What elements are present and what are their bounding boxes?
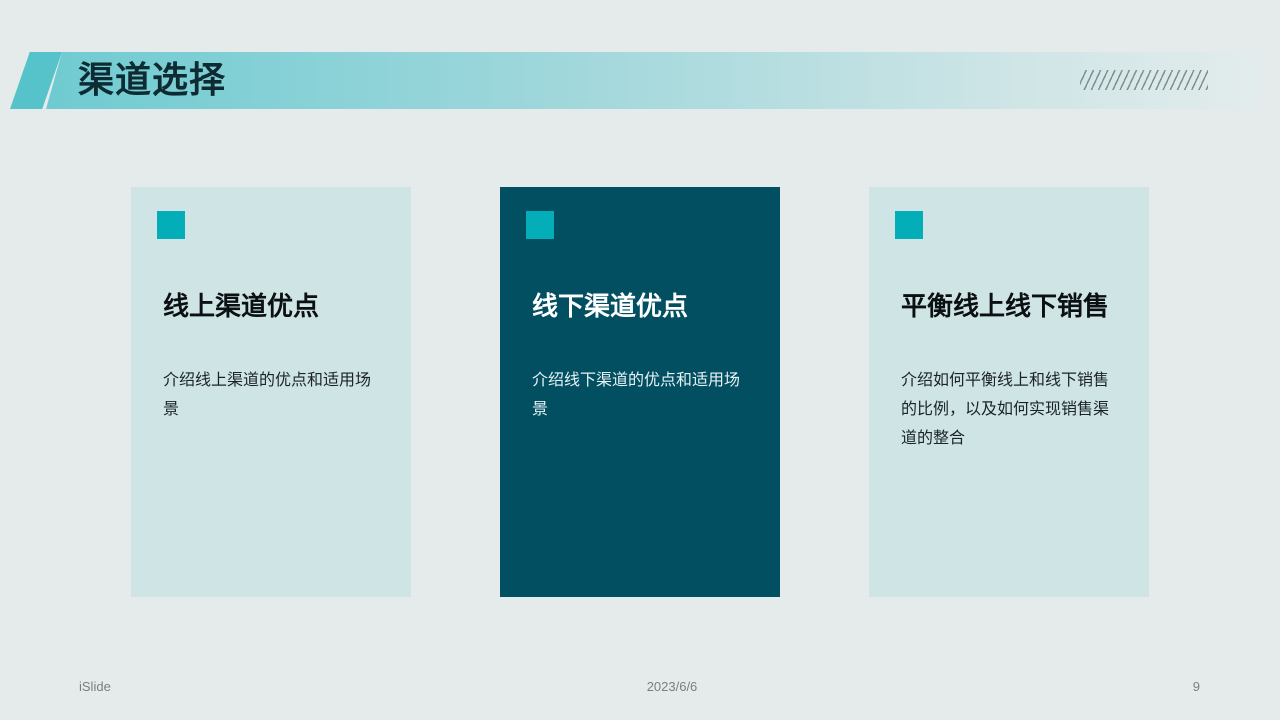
card-offline-advantages: 线下渠道优点 介绍线下渠道的优点和适用场景 xyxy=(500,187,780,597)
card-title: 平衡线上线下销售 xyxy=(901,292,1110,322)
decorative-stripes xyxy=(1080,70,1208,90)
page-number: 9 xyxy=(1192,679,1200,694)
slide: 渠道选择 线上渠道优点 介绍线上渠道的优点和适用场景 线下渠道优点 介绍线下渠道… xyxy=(0,0,1280,720)
card-square-icon xyxy=(526,211,554,239)
card-online-advantages: 线上渠道优点 介绍线上渠道的优点和适用场景 xyxy=(131,187,411,597)
title-banner xyxy=(46,52,1260,109)
card-title: 线下渠道优点 xyxy=(532,292,689,322)
footer-brand: iSlide xyxy=(79,679,111,694)
card-title: 线上渠道优点 xyxy=(163,292,320,322)
card-square-icon xyxy=(157,211,185,239)
card-description: 介绍线下渠道的优点和适用场景 xyxy=(532,370,741,418)
slide-title: 渠道选择 xyxy=(78,60,227,101)
card-square-icon xyxy=(895,211,923,239)
card-description: 介绍如何平衡线上和线下销售的比例，以及如何实现销售渠道的整合 xyxy=(901,370,1110,447)
card-description: 介绍线上渠道的优点和适用场景 xyxy=(163,370,372,418)
card-balance-sales: 平衡线上线下销售 介绍如何平衡线上和线下销售的比例，以及如何实现销售渠道的整合 xyxy=(869,187,1149,597)
footer-date: 2023/6/6 xyxy=(646,679,698,694)
